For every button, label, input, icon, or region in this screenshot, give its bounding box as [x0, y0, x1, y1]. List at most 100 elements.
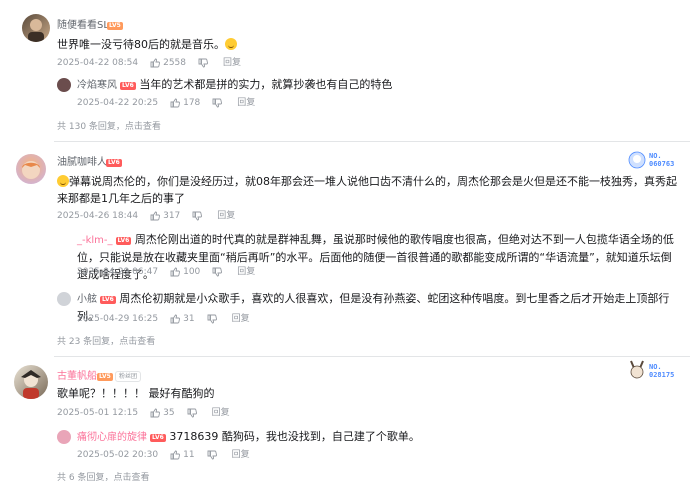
like-button[interactable]: 317: [150, 210, 180, 222]
reply-button[interactable]: 回复: [237, 266, 255, 278]
level-badge: LV6: [150, 434, 166, 442]
level-badge: LV5: [97, 373, 113, 381]
reply-text: 冷焰寒风 LV6 当年的艺术都是拼的实力，就算抄袭也有自己的特色: [77, 78, 393, 91]
thumbs-up-icon: [170, 267, 181, 277]
dislike-button[interactable]: [212, 267, 225, 277]
reply-meta: 2025-04-29 16:25 31 回复: [77, 313, 262, 325]
thumbs-down-icon: [212, 98, 223, 108]
badge-number: 060763: [649, 160, 675, 168]
comment-text: 歌单呢？！！！！ 最好有酷狗的: [57, 387, 215, 400]
dislike-button[interactable]: [192, 211, 205, 221]
reply-button[interactable]: 回复: [212, 407, 230, 419]
reply-date: 2025-04-29 06:47: [77, 267, 159, 277]
dislike-button[interactable]: [198, 58, 211, 68]
comment-date: 2025-04-22 08:54: [57, 58, 139, 68]
reply-meta: 2025-04-22 20:25 178 回复: [77, 97, 267, 109]
thumbs-up-icon: [170, 98, 181, 108]
badge-number: 028175: [649, 371, 675, 379]
fan-group-tag[interactable]: 粉丝团: [115, 371, 142, 382]
comment-meta: 2025-04-22 08:54 2558 回复: [57, 57, 253, 69]
like-button[interactable]: 100: [170, 266, 200, 278]
reply-date: 2025-04-22 20:25: [77, 98, 159, 108]
reply-meta: 2025-05-02 20:30 11 回复: [77, 449, 262, 461]
reply-username[interactable]: _-klm-_: [77, 235, 113, 246]
dislike-button[interactable]: [212, 98, 225, 108]
reply-button[interactable]: 回复: [223, 57, 241, 69]
view-more-replies[interactable]: 共 23 条回复，点击查看: [57, 334, 155, 347]
reply-meta: 2025-04-29 06:47 100 回复: [77, 266, 267, 278]
thumbs-up-icon: [150, 211, 161, 221]
reply-button[interactable]: 回复: [232, 313, 250, 325]
reply-date: 2025-04-29 16:25: [77, 314, 159, 324]
like-count: 178: [183, 98, 201, 108]
like-count: 31: [183, 314, 195, 324]
comment-date: 2025-05-01 12:15: [57, 408, 139, 418]
avatar[interactable]: [14, 365, 48, 399]
comment-meta: 2025-05-01 12:15 35 回复: [57, 407, 242, 419]
comment-date: 2025-04-26 18:44: [57, 211, 139, 221]
fan-badge-avatar-icon: [630, 360, 644, 379]
thumbs-up-icon: [170, 450, 181, 460]
reply-text: 痛彻心扉的旋律 LV6 3718639 酷狗码，我也没找到，自己建了个歌单。: [77, 430, 420, 443]
fan-badge: NO. 028175: [627, 359, 682, 383]
level-badge: LV5: [107, 22, 123, 30]
reply-button[interactable]: 回复: [217, 210, 235, 222]
thumbs-down-icon: [212, 267, 223, 277]
thumbs-up-icon: [170, 314, 181, 324]
view-more-replies[interactable]: 共 6 条回复，点击查看: [57, 470, 149, 483]
reply-avatar[interactable]: [57, 430, 71, 444]
reply-username[interactable]: 小舷: [77, 294, 97, 305]
thumbs-down-icon: [198, 58, 208, 68]
like-button[interactable]: 31: [170, 313, 195, 325]
view-more-link[interactable]: 点击查看: [119, 337, 155, 347]
username[interactable]: 随便看看SL: [57, 19, 109, 32]
avatar[interactable]: [22, 14, 50, 42]
thumbs-down-icon: [187, 408, 197, 418]
like-button[interactable]: 35: [150, 407, 175, 419]
username[interactable]: 古董帆船: [57, 370, 97, 383]
dislike-button[interactable]: [187, 408, 200, 418]
fan-badge-avatar-icon: [628, 151, 646, 169]
level-badge: LV6: [100, 296, 116, 304]
like-button[interactable]: 178: [170, 97, 200, 109]
reply-avatar[interactable]: [57, 292, 71, 306]
fan-badge: NO. 060763: [627, 150, 682, 172]
thumbs-up-icon: [150, 408, 161, 418]
like-count: 35: [163, 408, 175, 418]
divider: [54, 356, 690, 357]
thumbs-down-icon: [192, 211, 203, 221]
level-badge: LV6: [115, 237, 132, 245]
thumbs-down-icon: [207, 314, 217, 324]
like-button[interactable]: 11: [170, 449, 195, 461]
reply-username[interactable]: 冷焰寒风: [77, 80, 117, 91]
like-button[interactable]: 2558: [150, 57, 186, 69]
comment-text: 世界唯一没亏待80后的就是音乐。: [57, 36, 657, 53]
thumbs-up-icon: [150, 58, 161, 68]
like-count: 317: [163, 211, 181, 221]
divider: [54, 141, 690, 142]
badge-no: NO.: [649, 363, 662, 371]
level-badge: LV6: [120, 82, 136, 90]
comment-text: 弹幕说周杰伦的，你们是没经历过，就08年那会还一堆人说他口齿不清什么的，周杰伦那…: [57, 175, 677, 205]
view-more-link[interactable]: 点击查看: [125, 122, 161, 132]
dislike-button[interactable]: [207, 450, 220, 460]
reply-count: 共 130 条回复，: [57, 122, 125, 132]
reply-avatar[interactable]: [57, 78, 71, 92]
level-badge: LV6: [106, 159, 122, 167]
laugh-emoji-icon: [225, 38, 237, 50]
reply-button[interactable]: 回复: [237, 97, 255, 109]
username[interactable]: 油腻咖啡人: [57, 156, 107, 169]
avatar[interactable]: [16, 154, 46, 184]
comment-meta: 2025-04-26 18:44 317 回复: [57, 210, 247, 222]
badge-no: NO.: [649, 152, 662, 160]
reply-count: 共 6 条回复，: [57, 473, 114, 483]
reply-count: 共 23 条回复，: [57, 337, 120, 347]
laugh-emoji-icon: [57, 175, 69, 187]
reply-username[interactable]: 痛彻心扉的旋律: [77, 432, 147, 443]
reply-date: 2025-05-02 20:30: [77, 450, 159, 460]
like-count: 100: [183, 267, 201, 277]
view-more-link[interactable]: 点击查看: [113, 473, 149, 483]
view-more-replies[interactable]: 共 130 条回复，点击查看: [57, 119, 161, 132]
dislike-button[interactable]: [207, 314, 220, 324]
reply-button[interactable]: 回复: [232, 449, 250, 461]
